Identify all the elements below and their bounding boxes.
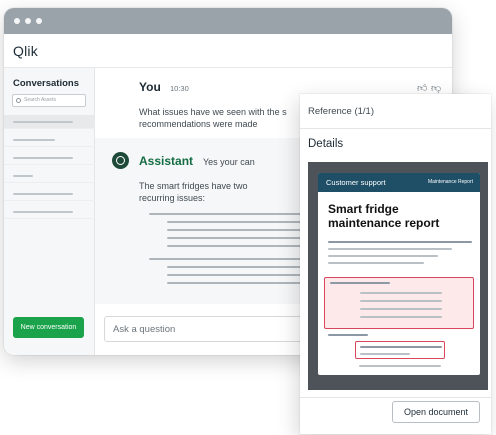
brand-bar: Qlik bbox=[4, 34, 452, 68]
document-header: Customer support Maintenance Report bbox=[318, 173, 480, 192]
user-message: What issues have we seen with the s reco… bbox=[139, 107, 287, 129]
conversation-item[interactable] bbox=[4, 205, 95, 219]
window-minimize-dot[interactable] bbox=[25, 18, 31, 24]
document-title: Smart fridge maintenance report bbox=[328, 202, 440, 230]
reference-title: Reference (1/1) bbox=[308, 106, 375, 117]
assistant-avatar-icon bbox=[112, 152, 129, 169]
conversation-item[interactable] bbox=[4, 169, 95, 183]
search-placeholder: Search Assets bbox=[24, 97, 56, 103]
search-input[interactable]: Search Assets bbox=[12, 94, 86, 107]
highlight-box[interactable] bbox=[324, 277, 474, 329]
document-header-right: Maintenance Report bbox=[427, 179, 473, 185]
doc-line bbox=[328, 262, 424, 264]
conversation-item[interactable] bbox=[4, 151, 95, 165]
open-document-button[interactable]: Open document bbox=[392, 401, 480, 423]
doc-line bbox=[328, 255, 438, 257]
conversation-item[interactable] bbox=[4, 133, 95, 147]
divider bbox=[300, 397, 491, 398]
text-placeholder-line bbox=[167, 282, 305, 284]
thumbs-down-icon[interactable]: 👎︎ bbox=[431, 82, 441, 94]
doc-line bbox=[328, 248, 452, 250]
text-placeholder-line bbox=[167, 245, 305, 247]
window-close-dot[interactable] bbox=[14, 18, 20, 24]
title-bar bbox=[4, 8, 452, 34]
user-name: You bbox=[139, 80, 161, 94]
document-header-left: Customer support bbox=[326, 178, 386, 187]
doc-line bbox=[328, 241, 472, 243]
text-placeholder-line bbox=[149, 213, 305, 215]
assistant-message: The smart fridges have two recurring iss… bbox=[139, 181, 248, 203]
new-conversation-button[interactable]: New conversation bbox=[13, 317, 84, 338]
search-icon bbox=[16, 98, 21, 103]
ask-placeholder: Ask a question bbox=[113, 324, 176, 335]
qlik-logo: Qlik bbox=[13, 43, 38, 59]
text-placeholder-line bbox=[167, 237, 305, 239]
text-placeholder-line bbox=[167, 274, 305, 276]
thumbs-up-icon[interactable]: 👍︎ bbox=[417, 82, 427, 94]
text-placeholder-line bbox=[149, 258, 305, 260]
text-placeholder-line bbox=[167, 221, 305, 223]
sidebar: Conversations Search Assets New conversa… bbox=[4, 68, 95, 355]
details-heading: Details bbox=[308, 138, 344, 150]
message-time: 10:30 bbox=[170, 84, 189, 93]
assistant-name: Assistant bbox=[139, 154, 194, 168]
document-preview[interactable]: Customer support Maintenance Report Smar… bbox=[308, 162, 488, 390]
reference-panel: Reference (1/1) Details Customer support… bbox=[300, 94, 491, 434]
highlight-box[interactable] bbox=[355, 341, 445, 359]
document-page: Customer support Maintenance Report Smar… bbox=[318, 173, 480, 375]
conversation-item[interactable] bbox=[4, 115, 95, 129]
conversation-item[interactable] bbox=[4, 187, 95, 201]
text-placeholder-line bbox=[167, 266, 305, 268]
ask-question-input[interactable]: Ask a question bbox=[104, 316, 324, 342]
sidebar-title: Conversations bbox=[13, 78, 79, 89]
doc-line bbox=[328, 334, 368, 336]
divider bbox=[300, 128, 491, 129]
assistant-tagline: Yes your can bbox=[203, 157, 255, 167]
text-placeholder-line bbox=[167, 229, 305, 231]
window-maximize-dot[interactable] bbox=[36, 18, 42, 24]
doc-line bbox=[359, 365, 441, 367]
